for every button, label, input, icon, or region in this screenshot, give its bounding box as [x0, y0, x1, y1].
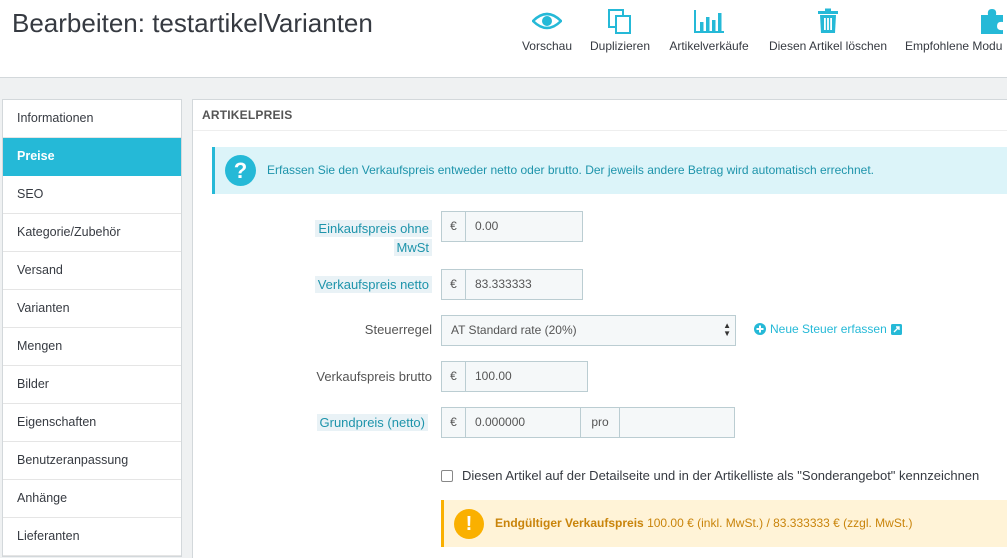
plus-circle-icon — [754, 323, 766, 335]
purchase-price-label: Einkaufspreis ohne MwSt — [296, 219, 432, 257]
on-sale-option[interactable]: Diesen Artikel auf der Detailseite und i… — [441, 468, 979, 483]
new-tax-link-label: Neue Steuer erfassen — [770, 322, 887, 336]
trash-icon — [816, 4, 840, 38]
tab-anhaenge[interactable]: Anhänge — [3, 480, 181, 518]
page-header: Bearbeiten: testartikelVarianten Vorscha… — [0, 0, 1007, 78]
exclamation-icon: ! — [454, 509, 484, 539]
external-link-icon — [890, 323, 902, 335]
tab-mengen[interactable]: Mengen — [3, 328, 181, 366]
select-arrows-icon: ▲ ▼ — [723, 321, 731, 338]
recommended-modules-label: Empfohlene Modu — [905, 39, 1003, 53]
unit-price-input[interactable]: 0.000000 — [466, 408, 580, 437]
product-sales-label: Artikelverkäufe — [669, 39, 749, 53]
currency-addon: € — [442, 212, 466, 241]
currency-addon: € — [442, 362, 466, 391]
info-alert: ? Erfassen Sie den Verkaufspreis entwede… — [212, 147, 1007, 194]
unit-input[interactable] — [620, 408, 734, 437]
tab-eigenschaften[interactable]: Eigenschaften — [3, 404, 181, 442]
final-price-text: Endgültiger Verkaufspreis 100.00 € (inkl… — [495, 516, 913, 530]
unit-price-label: Grundpreis (netto) — [296, 414, 428, 431]
tax-rule-value: AT Standard rate (20%) — [451, 323, 577, 337]
duplicate-button[interactable]: Duplizieren — [586, 0, 654, 78]
tab-versand[interactable]: Versand — [3, 252, 181, 290]
bar-chart-icon — [693, 4, 725, 38]
page-title: Bearbeiten: testartikelVarianten — [12, 8, 373, 38]
product-tabs-sidebar: Informationen Preise SEO Kategorie/Zubeh… — [2, 99, 182, 557]
net-price-label: Verkaufspreis netto — [296, 276, 432, 293]
per-addon: pro — [581, 408, 620, 437]
on-sale-label: Diesen Artikel auf der Detailseite und i… — [462, 468, 980, 483]
gross-price-label: Verkaufspreis brutto — [316, 369, 432, 384]
new-tax-link[interactable]: Neue Steuer erfassen — [754, 322, 902, 336]
delete-product-label: Diesen Artikel löschen — [768, 39, 888, 53]
on-sale-checkbox[interactable] — [441, 469, 453, 482]
final-price-label: Endgültiger Verkaufspreis — [495, 516, 644, 530]
purchase-price-field[interactable]: € 0.00 — [441, 211, 583, 242]
final-price-alert: ! Endgültiger Verkaufspreis 100.00 € (in… — [441, 500, 1007, 547]
copy-icon — [606, 4, 634, 38]
gross-price-field[interactable]: € 100.00 — [441, 361, 588, 392]
product-sales-button[interactable]: Artikelverkäufe — [665, 0, 753, 78]
tab-kategorie-zubehoer[interactable]: Kategorie/Zubehör — [3, 214, 181, 252]
net-price-field[interactable]: € 83.333333 — [441, 269, 583, 300]
panel-heading: ARTIKELPREIS — [193, 100, 1007, 131]
delete-product-button[interactable]: Diesen Artikel löschen — [764, 0, 892, 78]
info-alert-text: Erfassen Sie den Verkaufspreis entweder … — [267, 163, 874, 177]
gross-price-input[interactable]: 100.00 — [466, 362, 587, 391]
tab-preise[interactable]: Preise — [3, 138, 181, 176]
tab-benutzeranpassung[interactable]: Benutzeranpassung — [3, 442, 181, 480]
eye-icon — [532, 4, 562, 38]
unit-price-field[interactable]: € 0.000000 — [441, 407, 581, 438]
tab-bilder[interactable]: Bilder — [3, 366, 181, 404]
recommended-modules-button[interactable]: Empfohlene Modu — [903, 0, 1007, 78]
tab-seo[interactable]: SEO — [3, 176, 181, 214]
purchase-price-input[interactable]: 0.00 — [466, 212, 582, 241]
preview-label: Vorschau — [521, 39, 573, 53]
final-price-value: 100.00 € (inkl. MwSt.) / 83.333333 € (zz… — [647, 516, 913, 530]
puzzle-icon — [977, 4, 1007, 38]
tax-rule-select[interactable]: AT Standard rate (20%) ▲ ▼ — [441, 315, 736, 346]
net-price-input[interactable]: 83.333333 — [466, 270, 582, 299]
currency-addon: € — [442, 408, 466, 437]
tab-informationen[interactable]: Informationen — [3, 100, 181, 138]
duplicate-label: Duplizieren — [589, 39, 651, 53]
question-icon: ? — [225, 155, 256, 186]
unit-field[interactable]: pro — [580, 407, 735, 438]
tax-rule-label: Steuerregel — [364, 322, 432, 337]
currency-addon: € — [442, 270, 466, 299]
tab-lieferanten[interactable]: Lieferanten — [3, 518, 181, 556]
tab-varianten[interactable]: Varianten — [3, 290, 181, 328]
preview-button[interactable]: Vorschau — [520, 0, 574, 78]
